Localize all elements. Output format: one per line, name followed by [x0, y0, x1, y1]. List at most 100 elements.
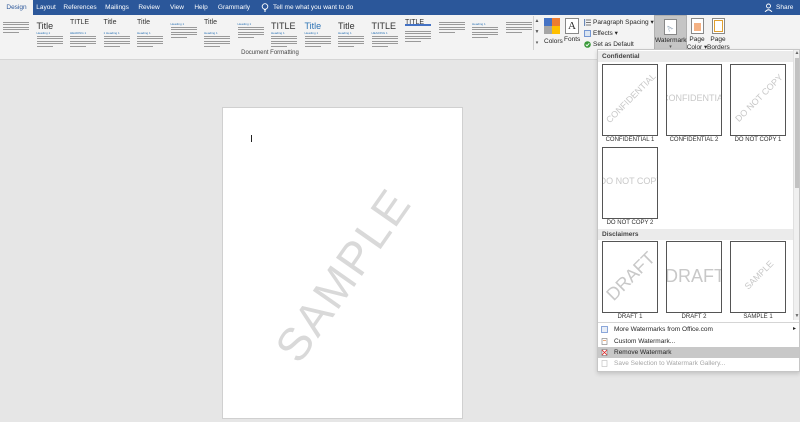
custom-watermark-icon [601, 338, 608, 345]
style-set-text-line [3, 26, 29, 28]
style-set-thumbnail[interactable]: Title 1 Heading 1 [101, 16, 134, 50]
tab-grammarly[interactable]: Grammarly [215, 0, 253, 15]
watermark-gallery-dropdown: Confidential CONFIDENTIAL CONFIDENTIAL 1… [597, 49, 800, 372]
style-set-text-line [70, 38, 96, 40]
style-set-text-line [371, 45, 388, 47]
set-as-default-label: Set as Default [593, 41, 634, 48]
watermark-draft-1[interactable]: DRAFT DRAFT 1 [601, 241, 659, 320]
gallery-vertical-scrollbar[interactable]: ▲ ▼ [793, 50, 799, 320]
style-set-text-line [204, 43, 230, 45]
gallery-down-arrow-icon[interactable]: ▼ [534, 27, 540, 38]
watermark-confidential-2[interactable]: CONFIDENTIAL CONFIDENTIAL 2 [665, 64, 723, 143]
style-set-title: Title [103, 19, 117, 26]
gallery-more-icon[interactable]: ▾ [534, 38, 540, 49]
watermark-do-not-copy-2[interactable]: DO NOT COPY DO NOT COPY 2 [601, 147, 659, 226]
page-borders-button[interactable]: Page Borders [707, 18, 730, 52]
style-set-heading: Heading 1 [271, 31, 285, 35]
style-set-thumbnail[interactable]: TITLE [402, 16, 435, 50]
watermark-icon: A [664, 19, 677, 35]
style-set-title: Title [304, 21, 322, 31]
style-set-text-line [405, 40, 421, 42]
watermark-do-not-copy-1[interactable]: DO NOT COPY DO NOT COPY 1 [729, 64, 787, 143]
watermark-preview: CONFIDENTIAL [602, 64, 658, 136]
style-set-text-line [70, 43, 96, 45]
watermark-caption: SAMPLE 1 [743, 314, 773, 320]
watermark-caption: CONFIDENTIAL 1 [605, 137, 655, 143]
style-set-thumbnail[interactable]: Heading 1 [469, 16, 502, 50]
scrollbar-thumb[interactable] [795, 58, 799, 188]
menu-separator [598, 322, 799, 323]
style-set-text-line [3, 31, 19, 33]
effects-button[interactable]: Effects ▾ [584, 28, 654, 39]
style-set-text-line [137, 38, 163, 40]
more-watermarks-menu-item[interactable]: More Watermarks from Office.com ▸ [598, 324, 799, 335]
style-set-text-line [237, 34, 264, 36]
watermark-confidential-1[interactable]: CONFIDENTIAL CONFIDENTIAL 1 [601, 64, 659, 143]
tab-help[interactable]: Help [191, 0, 211, 15]
scroll-up-icon[interactable]: ▲ [794, 50, 799, 57]
scroll-down-icon[interactable]: ▼ [794, 313, 799, 320]
style-set-text-line [505, 24, 532, 26]
style-set-thumbnail[interactable]: TITLE Heading 1 [268, 16, 301, 50]
document-page[interactable]: SAMPLE [222, 107, 463, 419]
watermark-caption: DO NOT COPY 2 [606, 220, 654, 226]
style-set-text-line [371, 38, 398, 40]
save-gallery-icon [601, 360, 608, 367]
custom-watermark-menu-item[interactable]: Custom Watermark... [598, 336, 799, 347]
checkmark-icon [584, 41, 591, 48]
gallery-scrollbar[interactable]: ▲ ▼ ▾ [533, 16, 540, 50]
watermark-sample-1[interactable]: SAMPLE SAMPLE 1 [729, 241, 787, 320]
style-set-text-line [438, 22, 465, 23]
style-set-text-line [237, 36, 254, 38]
style-set-thumbnail[interactable]: Title Heading 1 [201, 16, 234, 50]
lightbulb-icon [261, 3, 269, 12]
fonts-button[interactable]: A Fonts [564, 18, 580, 43]
style-set-text-line [70, 45, 86, 47]
watermark-draft-2[interactable]: DRAFT DRAFT 2 [665, 241, 723, 320]
style-set-heading: Heading 1 [237, 22, 252, 26]
style-set-thumbnail[interactable]: TITLE HEADING 1 [369, 16, 402, 50]
remove-watermark-icon [601, 349, 608, 356]
style-set-text-line [237, 27, 264, 28]
colors-button[interactable]: Colors [544, 18, 563, 45]
style-set-thumbnail[interactable]: Title Heading 1 [335, 16, 368, 50]
style-set-text-line [371, 40, 398, 42]
style-set-thumbnail[interactable]: Title Heading 1 [34, 16, 67, 50]
page-color-button[interactable]: Page Color ▾ [686, 18, 708, 52]
style-set-thumbnail[interactable] [0, 16, 33, 50]
svg-text:A: A [665, 23, 675, 34]
style-set-text-line [103, 45, 120, 47]
style-set-thumbnail[interactable]: TITLE HEADING 1 [67, 16, 100, 50]
save-selection-menu-item[interactable]: Save Selection to Watermark Gallery... [598, 358, 799, 369]
tab-references[interactable]: References [62, 0, 98, 15]
style-set-text-line [338, 43, 364, 45]
style-set-text-line [3, 24, 29, 26]
page-borders-icon [711, 18, 725, 34]
style-set-text-line [271, 38, 297, 40]
style-set-text-line [103, 36, 130, 37]
paragraph-spacing-button[interactable]: Paragraph Spacing ▾ [584, 17, 654, 28]
tab-design[interactable]: Design [0, 0, 33, 15]
style-set-thumbnail[interactable] [503, 16, 536, 50]
style-set-thumbnail[interactable]: Title Heading 1 [302, 16, 335, 50]
style-set-text-line [36, 36, 63, 37]
style-set-text-line [472, 27, 498, 28]
tab-review[interactable]: Review [136, 0, 162, 15]
tab-view[interactable]: View [166, 0, 188, 15]
style-set-title: TITLE [70, 19, 90, 26]
style-set-thumbnail[interactable] [436, 16, 469, 50]
style-set-heading: Heading 1 [204, 31, 218, 35]
style-set-thumbnail[interactable]: Heading 1 [168, 16, 201, 50]
gallery-up-arrow-icon[interactable]: ▲ [534, 16, 540, 27]
style-set-text-line [204, 45, 220, 47]
remove-watermark-menu-item[interactable]: Remove Watermark [598, 347, 799, 358]
style-set-thumbnail[interactable]: Title Heading 1 [134, 16, 167, 50]
watermark-caption: DRAFT 2 [681, 314, 707, 320]
style-set-text-line [3, 29, 29, 31]
style-set-thumbnail[interactable]: Heading 1 [235, 16, 268, 50]
watermark-preview: DRAFT [666, 241, 722, 313]
style-set-heading: Heading 1 [304, 31, 319, 35]
style-set-text-line [36, 40, 63, 42]
tab-mailings[interactable]: Mailings [102, 0, 132, 15]
tab-layout[interactable]: Layout [33, 0, 59, 15]
